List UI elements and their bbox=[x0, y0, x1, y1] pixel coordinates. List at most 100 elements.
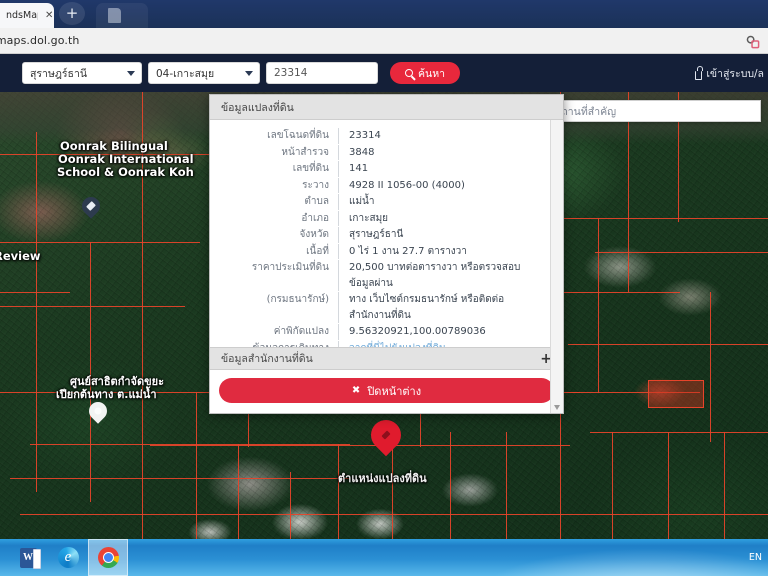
parcel-line bbox=[10, 478, 350, 479]
parcel-line bbox=[0, 292, 70, 293]
browser-tab-inactive[interactable] bbox=[96, 3, 148, 28]
info-row-value: 0 ไร่ 1 งาน 27.7 ตารางวา bbox=[338, 243, 543, 259]
parcel-line bbox=[595, 252, 768, 253]
info-row: อำเภอ เกาะสมุย bbox=[210, 210, 543, 226]
taskbar-item-edge[interactable]: e bbox=[48, 539, 88, 576]
info-row: ราคาประเมินที่ดิน 20,500 บาทต่อตารางวา ห… bbox=[210, 260, 543, 291]
page-icon bbox=[108, 8, 121, 23]
parcel-line bbox=[628, 92, 629, 292]
parcel-line bbox=[238, 444, 239, 539]
taskbar-item-chrome[interactable] bbox=[88, 539, 128, 576]
map-label-waste-1: ศูนย์สาธิตกำจัดขยะ bbox=[70, 375, 164, 388]
info-row: หน้าสำรวจ 3848 bbox=[210, 144, 543, 160]
district-select[interactable]: 04-เกาะสมุย bbox=[148, 62, 260, 84]
highlighted-parcel bbox=[648, 380, 704, 408]
info-row: ข้อมูลการเดินทาง จากที่นี่ไปยังแปลงที่ดิ… bbox=[210, 340, 543, 348]
info-row-label: เลขที่ดิน bbox=[292, 163, 329, 174]
search-button[interactable]: ค้นหา bbox=[390, 62, 461, 84]
taskbar-decoration bbox=[348, 539, 768, 576]
district-select-value: 04-เกาะสมุย bbox=[156, 67, 215, 80]
info-row-label: ค่าพิกัดแปลง bbox=[273, 326, 329, 337]
parcel-info-panel: ข้อมูลแปลงที่ดิน เลขโฉนดที่ดิน 23314 หน้… bbox=[209, 94, 564, 414]
info-row: ค่าพิกัดแปลง 9.56320921,100.00789036 bbox=[210, 324, 543, 340]
info-row-label: ระวาง bbox=[302, 179, 329, 191]
close-window-label: ปิดหน้าต่าง bbox=[367, 384, 422, 398]
parcel-line bbox=[196, 392, 197, 539]
login-label: เข้าสู่ระบบ/ล bbox=[706, 68, 764, 80]
info-row-value: 20,500 บาทต่อตารางวา หรือตรวจสอบข้อมูลผ่… bbox=[338, 260, 543, 291]
panel-title: ข้อมูลแปลงที่ดิน bbox=[221, 101, 294, 114]
panel-scrollbar-thumb[interactable] bbox=[552, 120, 562, 310]
map-label-review: Review bbox=[0, 249, 41, 263]
parcel-marker-icon bbox=[381, 430, 391, 440]
parcel-line bbox=[506, 432, 507, 539]
info-row-label: จังหวัด bbox=[299, 229, 329, 240]
parcel-info-rows: เลขโฉนดที่ดิน 23314 หน้าสำรวจ 3848 เลขที… bbox=[210, 120, 563, 347]
info-row-label: อำเภอ bbox=[301, 212, 329, 224]
browser-tab-strip: ndsMap ✕ + bbox=[0, 0, 768, 28]
site-header: ร สุราษฎร์ธานี 04-เกาะสมุย 23314 ค้นหา เ… bbox=[0, 54, 768, 92]
place-dot-icon bbox=[93, 406, 103, 416]
parcel-line bbox=[710, 292, 711, 442]
word-icon: W bbox=[19, 547, 41, 569]
parcel-line bbox=[598, 218, 599, 393]
info-row-value: 9.56320921,100.00789036 bbox=[338, 324, 543, 340]
info-row: เลขที่ดิน 141 bbox=[210, 161, 543, 177]
parcel-line bbox=[0, 306, 185, 307]
info-row-label: เลขโฉนดที่ดิน bbox=[267, 130, 329, 141]
info-row-label: ราคาประเมินที่ดิน bbox=[251, 262, 329, 273]
info-row: จังหวัด สุราษฎร์ธานี bbox=[210, 227, 543, 243]
info-row-value: ทาง เว็บไซต์กรมธนารักษ์ หรือติดต่อสำนักง… bbox=[338, 292, 543, 323]
parcel-line bbox=[20, 514, 768, 515]
parcel-line bbox=[290, 472, 291, 539]
info-row: เลขโฉนดที่ดิน 23314 bbox=[210, 128, 543, 144]
panel-scrollbar[interactable] bbox=[550, 120, 563, 413]
parcel-line bbox=[338, 444, 339, 539]
info-row-value: 4928 II 1056-00 (4000) bbox=[338, 177, 543, 193]
info-row: เนื้อที่ 0 ไร่ 1 งาน 27.7 ตารางวา bbox=[210, 243, 543, 259]
close-icon[interactable]: ✕ bbox=[44, 10, 54, 21]
parcel-line bbox=[590, 432, 768, 433]
info-row-value: 3848 bbox=[338, 144, 543, 160]
map-label-waste-2: เปียกต้นทาง ต.แม่น้ำ bbox=[56, 388, 157, 401]
panel-footer: ✖ ปิดหน้าต่าง bbox=[210, 370, 563, 413]
plus-icon: + bbox=[65, 4, 79, 22]
info-row: ตำบล แม่น้ำ bbox=[210, 194, 543, 210]
parcel-line bbox=[450, 432, 451, 539]
scroll-down-arrow-icon[interactable] bbox=[554, 405, 560, 410]
address-bar-url: smaps.dol.go.th bbox=[0, 34, 80, 47]
header-left-label: ร bbox=[0, 66, 16, 81]
info-row-label: ข้อมูลการเดินทาง bbox=[210, 341, 338, 348]
info-row-value: แม่น้ำ bbox=[338, 194, 543, 210]
info-row-label: หน้าสำรวจ bbox=[281, 146, 329, 158]
province-select[interactable]: สุราษฎร์ธานี bbox=[22, 62, 142, 84]
login-link[interactable]: เข้าสู่ระบบ/ล bbox=[695, 65, 764, 82]
new-tab-button[interactable]: + bbox=[59, 2, 85, 25]
land-office-info-accordion[interactable]: ข้อมูลสำนักงานที่ดิน + bbox=[210, 347, 563, 370]
info-row-value: 141 bbox=[338, 161, 543, 177]
parcel-line bbox=[612, 432, 613, 539]
parcel-number-value: 23314 bbox=[274, 67, 308, 79]
bookmark-extension-icon[interactable] bbox=[745, 34, 760, 49]
parcel-line bbox=[724, 432, 725, 539]
parcel-line bbox=[560, 292, 680, 293]
info-row-value: 23314 bbox=[338, 128, 543, 144]
parcel-line bbox=[0, 242, 200, 243]
info-row-value: สุราษฎร์ธานี bbox=[338, 227, 543, 243]
screen: Review Oonrak Bilingual Oonrak Internati… bbox=[0, 0, 768, 576]
browser-tab-active[interactable]: ndsMap ✕ bbox=[0, 3, 54, 28]
close-window-button[interactable]: ✖ ปิดหน้าต่าง bbox=[219, 378, 554, 403]
taskbar-item-word[interactable]: W bbox=[8, 539, 48, 576]
chrome-icon bbox=[97, 547, 119, 568]
browser-address-bar[interactable]: smaps.dol.go.th bbox=[0, 28, 768, 54]
route-to-parcel-link[interactable]: จากที่นี่ไปยังแปลงที่ดิน bbox=[338, 340, 543, 347]
info-row-label: (กรมธนารักษ์) bbox=[266, 294, 329, 305]
language-indicator[interactable]: EN bbox=[749, 552, 762, 563]
province-select-value: สุราษฎร์ธานี bbox=[30, 67, 88, 80]
search-button-label: ค้นหา bbox=[418, 67, 446, 80]
parcel-number-input[interactable]: 23314 bbox=[266, 62, 378, 84]
map-label-parcel-position: ตำแหน่งแปลงที่ดิน bbox=[338, 472, 427, 485]
info-row-value: เกาะสมุย bbox=[338, 210, 543, 226]
map-label-school-3: School & Oonrak Koh bbox=[57, 165, 194, 179]
parcel-line bbox=[560, 218, 768, 219]
